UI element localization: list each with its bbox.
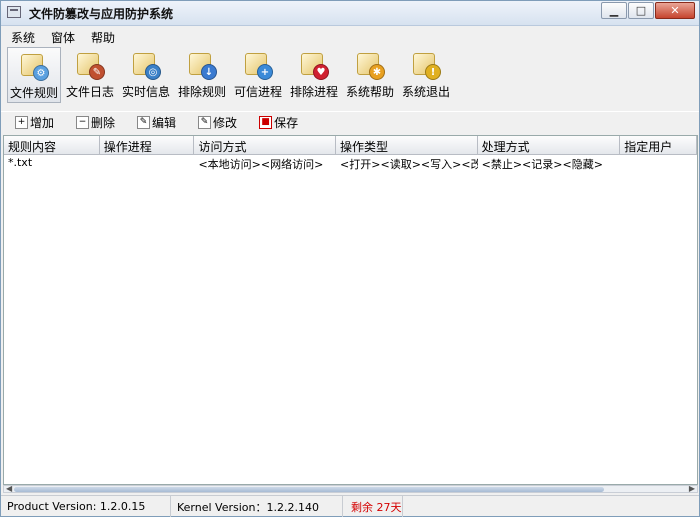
- table-cell: <打开><读取><写入><改…: [340, 158, 478, 171]
- rule-action-button-0[interactable]: + 增加: [15, 112, 54, 133]
- table-body: *.txt <本地访问><网络访问> <打开><读取><写入><改… <禁止><记录>…: [4, 155, 697, 171]
- toolbar-button-label: 排除进程: [289, 85, 338, 99]
- rule-action-button-1[interactable]: − 删除: [76, 112, 115, 133]
- menu-system[interactable]: 系统: [1, 26, 41, 46]
- add-icon: +: [15, 116, 28, 129]
- table-row[interactable]: *.txt <本地访问><网络访问> <打开><读取><写入><改… <禁止><记录>…: [4, 155, 697, 171]
- column-header[interactable]: 指定用户: [620, 136, 697, 154]
- save-icon: ■: [259, 116, 273, 129]
- product-version: Product Version: 1.2.0.15: [1, 496, 171, 517]
- rule-toolbar: + 增加 − 删除 ✎ 编辑 ✎ 修改 ■ 保存: [1, 111, 699, 133]
- toolbar-button-label: 实时信息: [121, 85, 170, 99]
- toolbar-button-1[interactable]: ✎ 文件日志: [63, 47, 117, 103]
- table-cell: <禁止><记录><隐藏>: [481, 158, 603, 171]
- table-cell: [100, 155, 195, 171]
- table-cell: <本地访问><网络访问>: [198, 158, 324, 171]
- table-header: 规则内容 操作进程 访问方式 操作类型 处理方式 指定用户: [4, 136, 697, 155]
- app-icon[interactable]: [7, 6, 21, 18]
- column-header[interactable]: 操作进程: [100, 136, 195, 154]
- status-bar: Product Version: 1.2.0.15 Kernel Version…: [1, 495, 699, 517]
- scrollbar-thumb[interactable]: [14, 487, 604, 492]
- column-header[interactable]: 规则内容: [4, 136, 100, 154]
- toolbar-button-6[interactable]: ✱ 系统帮助: [343, 47, 397, 103]
- edit-icon: ✎: [137, 116, 151, 129]
- scroll-right-icon[interactable]: ▶: [689, 484, 695, 493]
- table-cell: *.txt: [8, 156, 33, 169]
- toolbar-button-4[interactable]: + 可信进程: [231, 47, 285, 103]
- toolbar-button-label: 文件规则: [9, 86, 58, 100]
- rule-action-button-4[interactable]: ■ 保存: [259, 112, 298, 133]
- menu-bar: 系统 窗体 帮助: [1, 26, 699, 46]
- close-button[interactable]: ✕: [655, 2, 695, 19]
- horizontal-scrollbar[interactable]: ◀ ▶: [3, 484, 698, 493]
- rule-action-label: 修改: [213, 116, 238, 130]
- menu-window[interactable]: 窗体: [41, 26, 81, 46]
- toolbar-button-0[interactable]: ⚙ 文件规则: [7, 47, 61, 103]
- realtime-info-icon: ◎: [130, 50, 162, 80]
- table-cell: [620, 155, 697, 171]
- column-header[interactable]: 操作类型: [336, 136, 478, 154]
- column-header[interactable]: 访问方式: [194, 136, 337, 154]
- file-log-icon: ✎: [74, 50, 106, 80]
- rule-action-button-2[interactable]: ✎ 编辑: [137, 112, 176, 133]
- main-toolbar: ⚙ 文件规则 ✎ 文件日志 ◎ 实时信息 ↓ 排除规则 + 可信进程 ♥ 排除进程 ✱ 系统帮助! 系统退出: [1, 47, 699, 107]
- scroll-left-icon[interactable]: ◀: [6, 484, 12, 493]
- toolbar-button-label: 文件日志: [65, 85, 114, 99]
- toolbar-button-label: 系统帮助: [345, 85, 394, 99]
- toolbar-button-label: 排除规则: [177, 85, 226, 99]
- rule-action-label: 删除: [91, 116, 116, 130]
- rule-action-label: 增加: [30, 116, 55, 130]
- trusted-process-icon: +: [242, 50, 274, 80]
- title-bar[interactable]: 文件防篡改与应用防护系统 ▁ □ ✕: [1, 1, 699, 26]
- maximize-button[interactable]: □: [628, 2, 654, 19]
- exclude-process-icon: ♥: [298, 50, 330, 80]
- rules-table: 规则内容 操作进程 访问方式 操作类型 处理方式 指定用户 *.txt <本地访问><网络访…: [3, 135, 698, 485]
- rule-action-button-3[interactable]: ✎ 修改: [198, 112, 237, 133]
- system-help-icon: ✱: [354, 50, 386, 80]
- minimize-button[interactable]: ▁: [601, 2, 627, 19]
- toolbar-button-7[interactable]: ! 系统退出: [399, 47, 453, 103]
- app-window: 文件防篡改与应用防护系统 ▁ □ ✕ 系统 窗体 帮助 ⚙ 文件规则 ✎ 文件日志 ◎ 实…: [0, 0, 700, 517]
- window-title: 文件防篡改与应用防护系统: [29, 7, 174, 21]
- kernel-version: Kernel Version：1.2.2.140: [171, 496, 343, 517]
- toolbar-button-2[interactable]: ◎ 实时信息: [119, 47, 173, 103]
- toolbar-button-5[interactable]: ♥ 排除进程: [287, 47, 341, 103]
- rule-action-label: 保存: [274, 116, 299, 130]
- toolbar-button-label: 可信进程: [233, 85, 282, 99]
- system-exit-icon: !: [410, 50, 442, 80]
- toolbar-button-3[interactable]: ↓ 排除规则: [175, 47, 229, 103]
- delete-icon: −: [76, 116, 90, 129]
- modify-icon: ✎: [198, 116, 212, 129]
- file-rules-icon: ⚙: [18, 51, 50, 81]
- rule-action-label: 编辑: [152, 116, 177, 130]
- toolbar-button-label: 系统退出: [401, 85, 450, 99]
- menu-help[interactable]: 帮助: [81, 26, 121, 46]
- remaining-days: 剩余 27天: [343, 496, 403, 517]
- column-header[interactable]: 处理方式: [478, 136, 621, 154]
- exclude-rules-icon: ↓: [186, 50, 218, 80]
